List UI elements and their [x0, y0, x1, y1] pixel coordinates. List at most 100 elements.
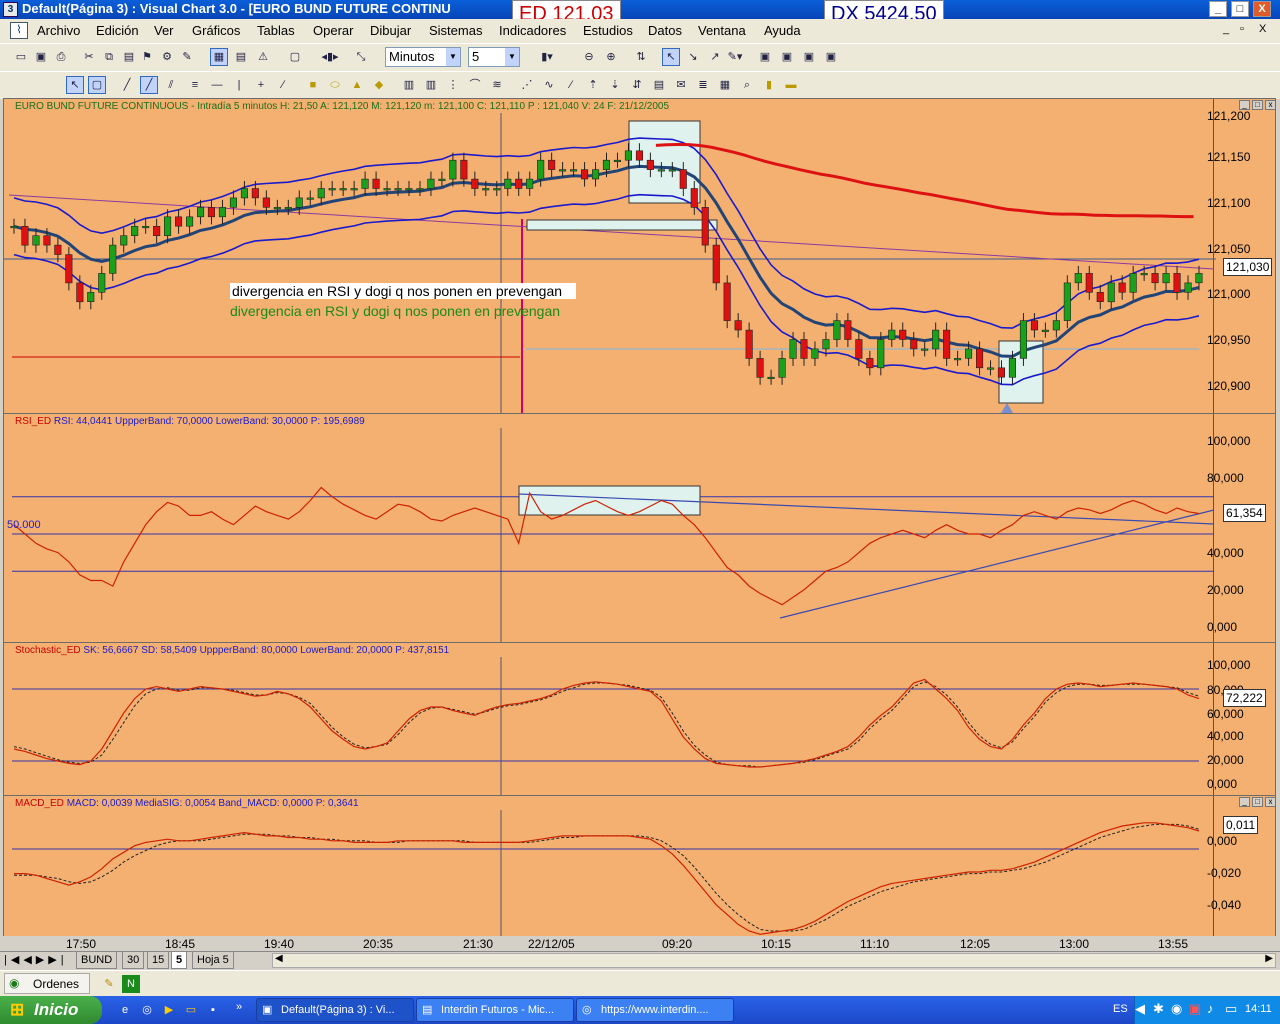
horizontal-scrollbar[interactable]: ◀ ▶ — [272, 953, 1276, 968]
macd-panel[interactable]: MACD_ED MACD: 0,0039 MediaSIG: 0,0054 Ba… — [3, 795, 1276, 937]
indicator-add-icon[interactable]: ⚑ — [138, 48, 156, 66]
menu-operar[interactable]: Operar — [313, 23, 353, 38]
menu-ayuda[interactable]: Ayuda — [764, 23, 801, 38]
menu-sistemas[interactable]: Sistemas — [429, 23, 482, 38]
menu-ver[interactable]: Ver — [154, 23, 174, 38]
fan-icon[interactable]: ≋ — [488, 76, 506, 94]
print-icon[interactable]: ⎙ — [52, 48, 70, 66]
scroll-right-icon[interactable]: ▶ — [1265, 953, 1273, 964]
annotation-white[interactable]: divergencia en RSI y dogi q nos ponen en… — [230, 283, 577, 299]
horizontal-line-icon[interactable]: — — [208, 76, 226, 94]
stochastic-panel[interactable]: Stochastic_ED SK: 56,6667 SD: 58,5409 Up… — [3, 642, 1276, 796]
quicklaunch-more-icon[interactable]: » — [230, 998, 248, 1016]
percent-icon[interactable]: ⁄ — [562, 76, 580, 94]
quicklaunch-media-icon[interactable]: ▶ — [160, 1001, 178, 1019]
task-visual-chart[interactable]: ▣ Default(Página 3) : Vi... — [256, 998, 414, 1022]
signal-icon[interactable]: ⇵ — [628, 76, 646, 94]
arrow-down-icon[interactable]: ⇣ — [606, 76, 624, 94]
diamond-icon[interactable]: ◆ — [370, 76, 388, 94]
chart-type-icon[interactable]: ▮▾ — [530, 48, 564, 66]
macd-chart[interactable] — [4, 796, 1276, 937]
language-indicator[interactable]: ES — [1113, 1003, 1128, 1015]
tab-30[interactable]: 30 — [122, 952, 145, 969]
cut-icon[interactable]: ✂ — [80, 48, 98, 66]
ellipse-icon[interactable]: ⬭ — [326, 76, 344, 94]
triangle-icon[interactable]: ▲ — [348, 76, 366, 94]
save-icon[interactable]: ▣ — [32, 48, 50, 66]
compare-icon[interactable]: ⇅ — [632, 48, 650, 66]
cross-line-icon[interactable]: + — [252, 76, 270, 94]
freehand-icon[interactable]: ∕ — [274, 76, 292, 94]
price-panel[interactable]: EURO BUND FUTURE CONTINUOUS - Intradía 5… — [3, 98, 1276, 414]
templates-icon[interactable]: ▤ — [232, 48, 250, 66]
price-chart[interactable] — [4, 99, 1276, 414]
vertical-line-icon[interactable]: | — [230, 76, 248, 94]
panel-close-icon[interactable]: x — [1265, 100, 1275, 110]
copy-icon[interactable]: ⧉ — [100, 48, 118, 66]
marker-icon[interactable]: ▬ — [782, 76, 800, 94]
regression-icon[interactable]: ⋰ — [518, 76, 536, 94]
menu-edicion[interactable]: Edición — [96, 23, 139, 38]
alert-icon[interactable]: ✎ — [100, 975, 118, 993]
minimize-button[interactable]: _ — [1209, 1, 1227, 17]
antivirus-icon[interactable]: ▣ — [1189, 1001, 1201, 1017]
trend-icon[interactable]: ↗ — [706, 48, 724, 66]
rectangle-icon[interactable]: ■ — [304, 76, 322, 94]
task-interdin-futuros[interactable]: ▤ Interdin Futuros - Mic... — [416, 998, 574, 1022]
arrow-up-icon[interactable]: ⇡ — [584, 76, 602, 94]
text-box-icon[interactable]: ▤ — [650, 76, 668, 94]
panel-maximize-icon[interactable]: □ — [1252, 100, 1263, 110]
tray-collapse-icon[interactable]: ◀ — [1135, 1001, 1145, 1017]
panel-close-icon[interactable]: x — [1265, 797, 1275, 807]
crosshair-cursor-icon[interactable]: ↖ — [662, 48, 680, 66]
menu-graficos[interactable]: Gráficos — [192, 23, 240, 38]
menu-ventana[interactable]: Ventana — [698, 23, 746, 38]
tab-scroll-arrows-icon[interactable]: |◀◀▶▶| — [4, 953, 68, 966]
maximize-button[interactable]: □ — [1231, 1, 1249, 17]
tab-15[interactable]: 15 — [147, 952, 170, 969]
quicklaunch-folder-icon[interactable]: ▭ — [182, 1001, 200, 1019]
tab-bund[interactable]: BUND — [76, 952, 118, 969]
zoom-in-icon[interactable]: ⊕ — [602, 48, 620, 66]
fibonacci-time-icon[interactable]: ▥ — [422, 76, 440, 94]
network-icon[interactable]: ▭ — [1225, 1001, 1237, 1017]
interval-select[interactable]: 5 ▼ — [468, 47, 520, 67]
gann-icon[interactable]: ⋮ — [444, 76, 462, 94]
cursor-data-icon[interactable]: ⤡ — [352, 48, 370, 66]
zoom-out-icon[interactable]: ⊖ — [580, 48, 598, 66]
parallel-lines-icon[interactable]: ≡ — [186, 76, 204, 94]
alerts-icon[interactable]: ⚠ — [254, 48, 272, 66]
fibonacci-icon[interactable]: ▥ — [400, 76, 418, 94]
arc-icon[interactable]: ⌒ — [466, 76, 484, 94]
pointer-icon[interactable]: ↘ — [684, 48, 702, 66]
system-icon[interactable]: ⚙ — [158, 48, 176, 66]
open-folder-icon[interactable]: ▭ — [12, 48, 30, 66]
quicklaunch-ie-icon[interactable]: e — [116, 1001, 134, 1019]
menu-datos[interactable]: Datos — [648, 23, 682, 38]
select-arrow-icon[interactable]: ↖ — [66, 76, 84, 94]
menu-dibujar[interactable]: Dibujar — [370, 23, 411, 38]
chart-doc-icon[interactable]: ⌇ — [10, 22, 28, 39]
portfolio-icon[interactable]: ▦ — [210, 48, 228, 66]
news-icon[interactable]: N — [122, 975, 140, 993]
security-icon[interactable]: ◉ — [1171, 1001, 1182, 1017]
study-icon[interactable]: ✎ — [178, 48, 196, 66]
highlight-icon[interactable]: ▮ — [760, 76, 778, 94]
trendline-icon[interactable]: ╱ — [140, 76, 158, 94]
menu-estudios[interactable]: Estudios — [583, 23, 633, 38]
tab-5[interactable]: 5 — [171, 952, 188, 969]
window-cascade-icon[interactable]: ▣ — [778, 48, 796, 66]
close-button[interactable]: X — [1253, 1, 1271, 17]
object-list-icon[interactable]: ▦ — [716, 76, 734, 94]
search-object-icon[interactable]: ⌕ — [738, 76, 756, 94]
rsi-chart[interactable] — [4, 414, 1276, 643]
doc-restore-button[interactable]: ▫ — [1240, 23, 1244, 35]
scroll-arrows-icon[interactable]: ◂▮▸ — [310, 48, 350, 66]
paste-icon[interactable]: ▤ — [120, 48, 138, 66]
orders-button[interactable]: ◉ Ordenes — [4, 973, 90, 994]
window-list-icon[interactable]: ▣ — [822, 48, 840, 66]
scroll-left-icon[interactable]: ◀ — [275, 953, 283, 964]
note-icon[interactable]: ✉ — [672, 76, 690, 94]
start-button[interactable]: ⊞ Inicio — [0, 996, 102, 1024]
window-new-icon[interactable]: ▣ — [800, 48, 818, 66]
